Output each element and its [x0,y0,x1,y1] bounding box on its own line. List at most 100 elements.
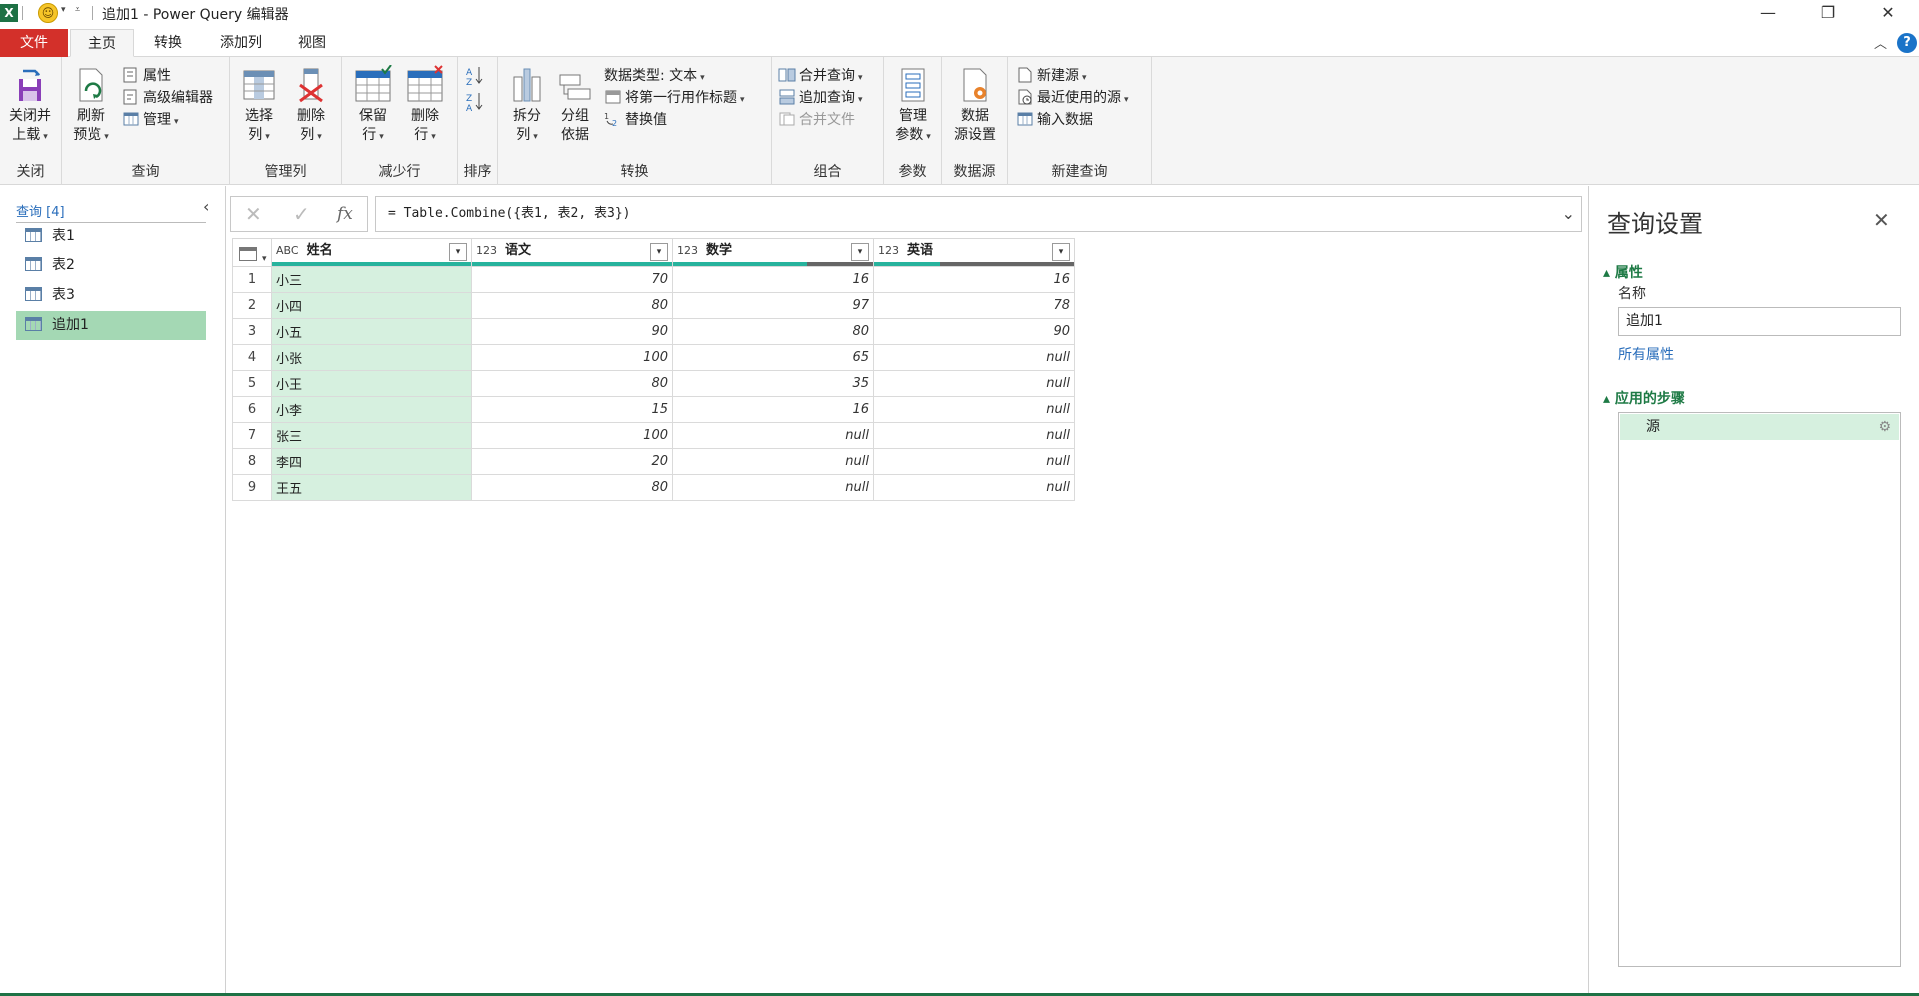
merge-queries-button[interactable]: 合并查询 ▾ [778,65,863,87]
filter-dropdown-button[interactable]: ▾ [449,243,467,261]
remove-rows-button[interactable]: 删除 行 ▾ [400,65,450,147]
remove-columns-button[interactable]: 删除 列 ▾ [286,65,336,147]
text-type-icon[interactable]: ABC [276,244,299,257]
refresh-preview-button[interactable]: 刷新 预览 ▾ [66,65,116,147]
row-number[interactable]: 2 [232,292,272,319]
english-score-cell[interactable]: null [873,370,1075,397]
manage-button[interactable]: 管理 ▾ [122,109,179,131]
table-row[interactable]: 4 小张 100 65 null [232,344,1075,371]
chinese-score-cell[interactable]: 100 [471,422,673,449]
tab-view[interactable]: 视图 [284,29,340,57]
chinese-score-cell[interactable]: 80 [471,292,673,319]
table-row[interactable]: 9 王五 80 null null [232,474,1075,501]
math-score-cell[interactable]: 35 [672,370,874,397]
properties-section-header[interactable]: ▴ 属性 [1603,262,1643,282]
new-source-button[interactable]: 新建源 ▾ [1016,65,1087,87]
table-row[interactable]: 7 张三 100 null null [232,422,1075,449]
chinese-score-cell[interactable]: 100 [471,344,673,371]
chinese-score-cell[interactable]: 15 [471,396,673,423]
group-by-button[interactable]: 分组 依据 [550,65,600,145]
row-number[interactable]: 1 [232,266,272,293]
recent-sources-button[interactable]: 最近使用的源 ▾ [1016,87,1129,109]
column-header[interactable]: 123 数学 ▾ [672,238,874,267]
chinese-score-cell[interactable]: 20 [471,448,673,475]
column-header[interactable]: 123 语文 ▾ [471,238,673,267]
filter-dropdown-button[interactable]: ▾ [1052,243,1070,261]
restore-button[interactable]: ❐ [1800,0,1856,26]
name-cell[interactable]: 小三 [271,266,472,293]
table-row[interactable]: 5 小王 80 35 null [232,370,1075,397]
name-cell[interactable]: 张三 [271,422,472,449]
help-icon[interactable]: ? [1897,33,1917,53]
collapse-ribbon-icon[interactable]: ︿ [1874,33,1887,52]
use-first-row-as-headers-button[interactable]: 将第一行用作标题 ▾ [604,87,745,109]
row-number[interactable]: 9 [232,474,272,501]
close-icon[interactable]: ✕ [1873,208,1890,232]
sort-ascending-button[interactable]: AZ [466,65,487,88]
query-item-table3[interactable]: 表3 [16,281,206,310]
chinese-score-cell[interactable]: 80 [471,474,673,501]
number-type-icon[interactable]: 123 [878,244,899,257]
advanced-editor-button[interactable]: 高级编辑器 [122,87,213,109]
row-number[interactable]: 4 [232,344,272,371]
chevron-down-icon[interactable]: ▾ [61,5,66,15]
row-number[interactable]: 6 [232,396,272,423]
cancel-icon[interactable]: ✕ [245,202,262,226]
close-window-button[interactable]: ✕ [1860,0,1916,26]
combine-files-button[interactable]: 合并文件 [778,109,855,131]
query-item-table1[interactable]: 表1 [16,222,206,251]
name-cell[interactable]: 小四 [271,292,472,319]
chinese-score-cell[interactable]: 90 [471,318,673,345]
row-number[interactable]: 3 [232,318,272,345]
name-cell[interactable]: 小张 [271,344,472,371]
minimize-button[interactable]: — [1740,0,1796,26]
split-column-button[interactable]: 拆分 列 ▾ [502,65,552,147]
english-score-cell[interactable]: null [873,344,1075,371]
choose-columns-button[interactable]: 选择 列 ▾ [234,65,284,147]
append-queries-button[interactable]: 追加查询 ▾ [778,87,863,109]
tab-add-column[interactable]: 添加列 [204,29,278,57]
table-menu-button[interactable]: ▾ [232,238,272,267]
math-score-cell[interactable]: 80 [672,318,874,345]
filter-dropdown-button[interactable]: ▾ [851,243,869,261]
smiley-feedback-icon[interactable]: ☺ [38,3,58,23]
name-cell[interactable]: 李四 [271,448,472,475]
tab-home[interactable]: 主页 [70,29,134,57]
column-header[interactable]: 123 英语 ▾ [873,238,1075,267]
applied-steps-section-header[interactable]: ▴ 应用的步骤 [1603,388,1685,408]
data-source-settings-button[interactable]: 数据 源设置 [950,65,1000,145]
math-score-cell[interactable]: null [672,422,874,449]
number-type-icon[interactable]: 123 [677,244,698,257]
name-cell[interactable]: 小王 [271,370,472,397]
table-row[interactable]: 3 小五 90 80 90 [232,318,1075,345]
tab-transform[interactable]: 转换 [138,29,198,57]
math-score-cell[interactable]: 16 [672,266,874,293]
formula-input[interactable]: = Table.Combine({表1, 表2, 表3}) ⌄ [375,196,1582,232]
data-type-dropdown[interactable]: 数据类型: 文本 ▾ [604,65,705,87]
sort-descending-button[interactable]: ZA [466,91,487,114]
english-score-cell[interactable]: 90 [873,318,1075,345]
applied-step-source[interactable]: 源 ⚙ [1620,414,1899,440]
row-number[interactable]: 7 [232,422,272,449]
properties-button[interactable]: 属性 [122,65,171,87]
queries-header[interactable]: 查询 [4] [16,201,206,223]
customize-quick-access-icon[interactable]: ⩡ [75,5,80,15]
row-number[interactable]: 5 [232,370,272,397]
column-header[interactable]: ABC 姓名 ▾ [271,238,472,267]
name-cell[interactable]: 小李 [271,396,472,423]
manage-parameters-button[interactable]: 管理 参数 ▾ [888,65,938,147]
english-score-cell[interactable]: 78 [873,292,1075,319]
expand-formula-icon[interactable]: ⌄ [1562,197,1575,231]
enter-data-button[interactable]: 输入数据 [1016,109,1093,131]
replace-values-button[interactable]: 1 2 替换值 [604,109,667,131]
table-row[interactable]: 6 小李 15 16 null [232,396,1075,423]
keep-rows-button[interactable]: 保留 行 ▾ [348,64,398,147]
math-score-cell[interactable]: null [672,448,874,475]
tab-file[interactable]: 文件 [0,29,68,57]
math-score-cell[interactable]: 65 [672,344,874,371]
query-item-table2[interactable]: 表2 [16,251,206,280]
row-number[interactable]: 8 [232,448,272,475]
query-item-append1[interactable]: 追加1 [16,311,206,340]
number-type-icon[interactable]: 123 [476,244,497,257]
math-score-cell[interactable]: 16 [672,396,874,423]
